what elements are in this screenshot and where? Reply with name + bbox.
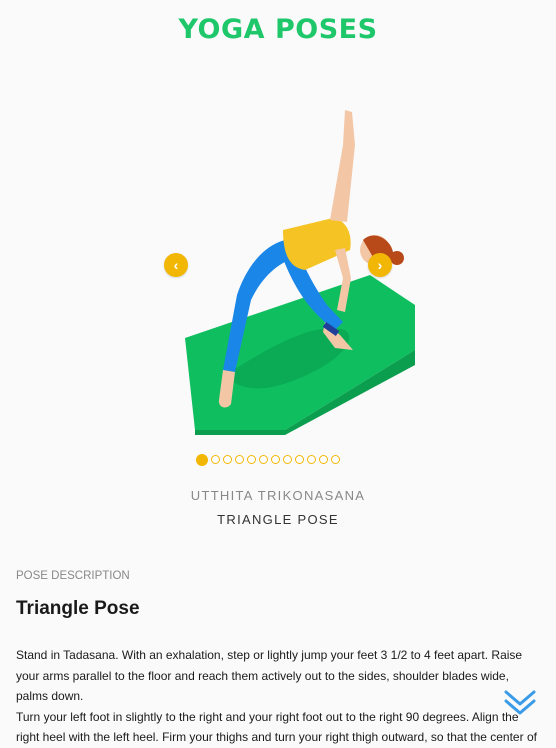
page-title: YOGA POSES [178,14,378,45]
chevron-right-icon: › [377,257,383,273]
pagination-dot[interactable] [196,454,208,466]
pose-english-name: TRIANGLE POSE [217,512,339,527]
pagination-dot[interactable] [283,455,292,464]
previous-pose-button[interactable]: ‹ [164,253,188,277]
pagination-dot[interactable] [259,455,268,464]
pagination-dot[interactable] [235,455,244,464]
pagination-dot[interactable] [319,455,328,464]
pose-heading: Triangle Pose [16,598,140,619]
pagination-dot[interactable] [211,455,220,464]
section-label: POSE DESCRIPTION [16,570,130,582]
pagination-dot[interactable] [307,455,316,464]
pagination-dot[interactable] [331,455,340,464]
description-paragraph: Turn your left foot in slightly to the r… [16,709,537,745]
pagination-dot[interactable] [247,455,256,464]
pose-carousel[interactable]: ‹ › [0,100,556,440]
description-paragraph: Stand in Tadasana. With an exhalation, s… [16,648,523,703]
chevron-left-icon: ‹ [173,257,179,273]
double-chevron-down-icon[interactable] [500,686,540,718]
pagination-dot[interactable] [223,455,232,464]
next-pose-button[interactable]: › [368,253,392,277]
pagination-dot[interactable] [271,455,280,464]
pagination-dot[interactable] [295,455,304,464]
carousel-pagination [196,454,340,466]
pose-description: Stand in Tadasana. With an exhalation, s… [16,645,544,748]
pose-sanskrit-name: UTTHITA TRIKONASANA [190,488,366,503]
